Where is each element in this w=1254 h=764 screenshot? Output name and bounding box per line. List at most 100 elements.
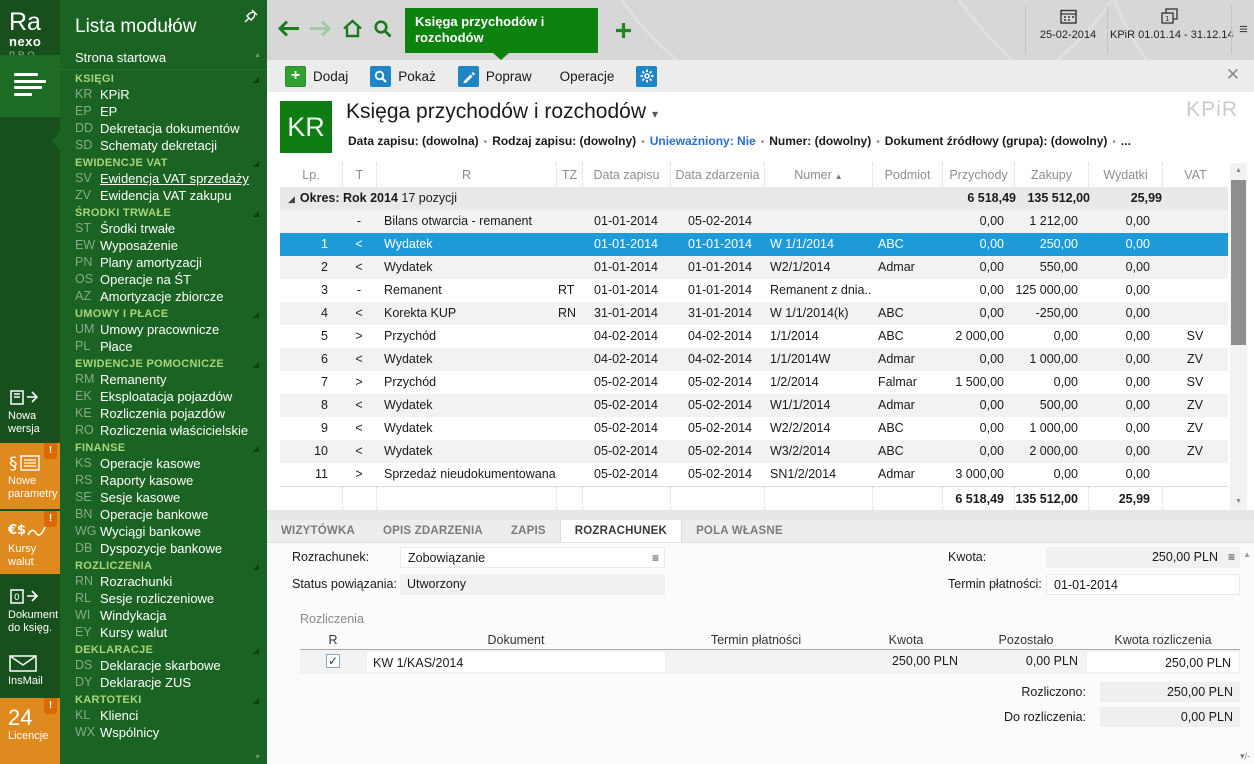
column-header-data_zapisu[interactable]: Data zapisu — [582, 163, 670, 187]
rail-item-nowa-wersja[interactable]: Nowa wersja — [0, 378, 60, 440]
sidebar-item-sd[interactable]: SDSchematy dekretacji — [60, 137, 267, 154]
sidebar-item-os[interactable]: OSOperacje na ŚT — [60, 271, 267, 288]
group-row[interactable]: ◢Okres: Rok 2014 17 pozycji 6 518,49 135… — [280, 187, 1228, 210]
sidebar-section-header[interactable]: DEKLARACJE◢ — [60, 641, 267, 657]
sidebar-item-dd[interactable]: DDDekretacja dokumentów — [60, 120, 267, 137]
column-header-data_zdarzenia[interactable]: Data zdarzenia — [670, 163, 764, 187]
sidebar-item-rn[interactable]: RNRozrachunki — [60, 573, 267, 590]
rozliczenia-column-header[interactable]: Termin płatności — [666, 630, 846, 650]
sidebar-item-sv[interactable]: SVEwidencja VAT sprzedaży — [60, 170, 267, 187]
column-header-numer[interactable]: Numer▲ — [764, 163, 872, 187]
sidebar-item-rl[interactable]: RLSesje rozliczeniowe — [60, 590, 267, 607]
sidebar-item-ek[interactable]: EKEksploatacja pojazdów — [60, 388, 267, 405]
sidebar-item-kr[interactable]: KRKPiR — [60, 86, 267, 103]
grid-row[interactable]: 11>Sprzedaż nieudokumentowana05-02-20140… — [280, 463, 1228, 486]
panel-splitter[interactable] — [267, 510, 1254, 520]
detail-tab-zapis[interactable]: ZAPIS — [497, 520, 560, 542]
filter-item[interactable]: ... — [1121, 134, 1131, 148]
sidebar-section-header[interactable]: ROZLICZENIA◢ — [60, 557, 267, 573]
grid-row-selected[interactable]: 1<Wydatek01-01-201401-01-2014W 1/1/2014A… — [280, 233, 1228, 256]
sidebar-item-ey[interactable]: EYKursy walut — [60, 624, 267, 641]
sidebar-section-header[interactable]: EWIDENCJE VAT◢ — [60, 154, 267, 170]
field-menu-icon[interactable]: ≡ — [652, 548, 659, 569]
grid-row[interactable]: 10<Wydatek05-02-201405-02-2014W3/2/2014A… — [280, 440, 1228, 463]
edit-button[interactable]: Popraw — [486, 69, 532, 84]
section-collapse-icon[interactable]: ◢ — [253, 696, 259, 705]
sidebar-section-header[interactable]: UMOWY I PŁACE◢ — [60, 305, 267, 321]
section-collapse-icon[interactable]: ◢ — [253, 444, 259, 453]
column-header-t[interactable]: T — [342, 163, 376, 187]
rozliczenia-column-header[interactable]: Kwota — [846, 630, 966, 650]
edit-button-icon[interactable] — [458, 66, 479, 87]
new-tab-button[interactable] — [615, 22, 632, 39]
sidebar-item-se[interactable]: SESesje kasowe — [60, 489, 267, 506]
grid-vertical-scrollbar[interactable]: ▲ ▼ — [1230, 163, 1247, 510]
sidebar-item-dy[interactable]: DYDeklaracje ZUS — [60, 674, 267, 691]
search-button[interactable] — [373, 19, 392, 38]
grid-row[interactable]: -Bilans otwarcia - remanent01-01-201405-… — [280, 210, 1228, 233]
forward-button[interactable] — [309, 20, 332, 37]
rail-item-kursy-walut[interactable]: ! €$ Kursy walut — [0, 511, 60, 574]
filter-item[interactable]: Rodzaj zapisu: (dowolny) — [492, 134, 636, 148]
section-collapse-icon[interactable]: ◢ — [253, 209, 259, 218]
window-menu-button[interactable]: ≡ — [1233, 0, 1254, 60]
add-button[interactable]: Dodaj — [313, 69, 348, 84]
sidebar-item-rs[interactable]: RSRaporty kasowe — [60, 472, 267, 489]
work-date-widget[interactable]: 25-02-2014 — [1030, 8, 1106, 41]
column-header-podmiot[interactable]: Podmiot — [872, 163, 942, 187]
kwota-field[interactable]: 250,00 PLN ≡ — [1046, 547, 1240, 568]
sidebar-item-ew[interactable]: EWWyposażenie — [60, 237, 267, 254]
operations-menu[interactable]: Operacje — [560, 69, 615, 84]
rail-item-licencje[interactable]: ! 24 Licencje — [0, 698, 60, 764]
column-header-lp[interactable]: Lp. — [280, 163, 342, 187]
sidebar-item-kl[interactable]: KLKlienci — [60, 707, 267, 724]
tab-ksiega-przychodow[interactable]: Księga przychodów i rozchodów — [405, 8, 598, 53]
rozliczenia-column-header[interactable]: Kwota rozliczenia — [1086, 630, 1240, 650]
close-view-button[interactable]: ✕ — [1226, 65, 1240, 85]
rozliczenia-column-header[interactable]: Dokument — [366, 630, 666, 650]
sidebar-section-header[interactable]: KARTOTEKI◢ — [60, 691, 267, 707]
sidebar-item-st[interactable]: STŚrodki trwałe — [60, 220, 267, 237]
filter-item[interactable]: Unieważniony: Nie — [650, 134, 756, 148]
settings-gear-button[interactable] — [636, 66, 657, 87]
rozliczenia-column-header[interactable]: R — [300, 630, 366, 650]
grid-row[interactable]: 6<Wydatek04-02-201404-02-20141/1/2014WAd… — [280, 348, 1228, 371]
module-menu-button[interactable] — [0, 55, 60, 117]
sidebar-item-pn[interactable]: PNPlany amortyzacji — [60, 254, 267, 271]
group-collapse-icon[interactable]: ◢ — [288, 194, 295, 204]
filter-item[interactable]: Dokument źródłowy (grupa): (dowolny) — [885, 134, 1108, 148]
filter-item[interactable]: Numer: (dowolny) — [769, 134, 871, 148]
add-button-icon[interactable]: + — [285, 66, 306, 87]
rail-item-dokument-do-ksieg[interactable]: 0 Dokument do księg. — [0, 577, 60, 640]
back-button[interactable] — [277, 20, 300, 37]
sidebar-item-strona-startowa[interactable]: Strona startowa ▲ — [60, 48, 267, 70]
sidebar-item-az[interactable]: AZAmortyzacje zbiorcze — [60, 288, 267, 305]
sidebar-item-ks[interactable]: KSOperacje kasowe — [60, 455, 267, 472]
sidebar-item-pl[interactable]: PLPłace — [60, 338, 267, 355]
sidebar-item-ke[interactable]: KERozliczenia pojazdów — [60, 405, 267, 422]
sidebar-section-header[interactable]: EWIDENCJE POMOCNICZE◢ — [60, 355, 267, 371]
column-header-przychody[interactable]: Przychody — [942, 163, 1014, 187]
section-collapse-icon[interactable]: ◢ — [253, 310, 259, 319]
scrollbar-thumb[interactable] — [1231, 180, 1246, 345]
pin-icon[interactable] — [243, 8, 259, 24]
sidebar-section-header[interactable]: KSIĘGI◢ — [60, 70, 267, 86]
status-powiazania-field[interactable]: Utworzony — [400, 574, 665, 595]
sidebar-item-rm[interactable]: RMRemanenty — [60, 371, 267, 388]
show-button[interactable]: Pokaż — [398, 69, 436, 84]
grid-row[interactable]: 5>Przychód04-02-201404-02-20141/1/2014AB… — [280, 325, 1228, 348]
sidebar-item-zv[interactable]: ZVEwidencja VAT zakupu — [60, 187, 267, 204]
grid-row[interactable]: 3-RemanentRT01-01-201401-01-2014Remanent… — [280, 279, 1228, 302]
column-header-zakupy[interactable]: Zakupy — [1014, 163, 1088, 187]
sidebar-item-wx[interactable]: WXWspólnicy — [60, 724, 267, 741]
section-collapse-icon[interactable]: ◢ — [253, 75, 259, 84]
column-header-vat[interactable]: VAT — [1162, 163, 1228, 187]
sidebar-item-wg[interactable]: WGWyciągi bankowe — [60, 523, 267, 540]
sidebar-section-header[interactable]: ŚRODKI TRWAŁE◢ — [60, 204, 267, 220]
sidebar-item-bn[interactable]: BNOperacje bankowe — [60, 506, 267, 523]
section-collapse-icon[interactable]: ◢ — [253, 562, 259, 571]
rozliczenia-column-header[interactable]: Pozostało — [966, 630, 1086, 650]
sidebar-item-um[interactable]: UMUmowy pracownicze — [60, 321, 267, 338]
show-button-icon[interactable] — [370, 66, 391, 87]
rozliczenie-checkbox[interactable]: ✓ — [326, 654, 340, 668]
